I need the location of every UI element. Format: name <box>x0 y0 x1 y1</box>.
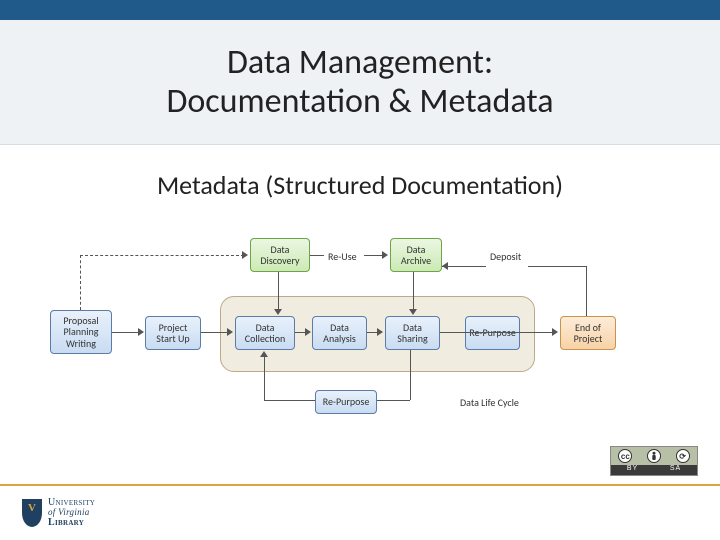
arrow-head-deposit <box>442 262 448 270</box>
cc-icon: cc <box>618 449 632 463</box>
uva-logo-text: University of Virginia Library <box>48 498 95 528</box>
arrow-deposit-horiz-left <box>442 266 486 267</box>
arrow-deposit-horiz-right <box>528 266 586 267</box>
box-end-of-project: End ofProject <box>560 316 616 350</box>
slide-subtitle: Metadata (Structured Documentation) <box>0 169 720 201</box>
cc-labels-row: BY SA <box>611 465 697 475</box>
label-cycle: Data Life Cycle <box>460 396 519 409</box>
cc-license-badge: cc ⟳ BY SA <box>610 446 698 476</box>
arrow-head-collection-analysis <box>305 328 311 336</box>
uva-line3: Library <box>48 518 95 529</box>
header-accent-bar <box>0 0 720 20</box>
slide: Data Management: Documentation & Metadat… <box>0 0 720 540</box>
arrow-feedback-vert <box>80 255 81 310</box>
cc-sa-label: SA <box>654 465 697 475</box>
arrow-reuse-left <box>310 255 324 256</box>
label-reuse: Re-Use <box>328 250 357 263</box>
box-data-discovery: DataDiscovery <box>250 238 310 272</box>
arrow-feedback-horiz <box>80 255 244 256</box>
box-collection: DataCollection <box>235 316 295 350</box>
cc-icons-row: cc ⟳ <box>611 447 697 465</box>
footer-divider <box>0 484 720 486</box>
arrow-discovery-collection <box>278 272 279 311</box>
lifecycle-diagram: DataDiscovery DataArchive ProposalPlanni… <box>50 238 670 448</box>
box-repurpose: Re-Purpose <box>315 390 377 414</box>
arrow-deposit-vert <box>586 266 587 316</box>
cc-by-label: BY <box>611 465 654 475</box>
label-deposit: Deposit <box>490 250 521 263</box>
arrow-head-startup-collection <box>227 328 233 336</box>
arrow-repurpose-h-right <box>377 400 410 401</box>
box-data-archive: DataArchive <box>390 238 442 272</box>
arrow-head-sharing-end <box>552 328 558 336</box>
arrow-head-feedback <box>242 251 248 259</box>
sa-icon: ⟳ <box>676 449 690 463</box>
box-sharing: DataSharing <box>385 316 440 350</box>
uva-library-logo: University of Virginia Library <box>22 498 95 528</box>
arrow-repurpose-h-left <box>264 400 315 401</box>
arrow-head-analysis-sharing <box>377 328 383 336</box>
arrow-startup-collection <box>201 332 229 333</box>
arrow-reuse-right <box>364 255 384 256</box>
arrow-repurpose-up <box>264 356 265 400</box>
arrow-head-proposal-startup <box>138 328 144 336</box>
arrow-head-reuse <box>382 251 388 259</box>
arrow-sharing-end <box>440 332 554 333</box>
arrow-archive-sharing <box>413 272 414 311</box>
uva-shield-icon <box>22 499 42 527</box>
box-repurpose-placeholder: Re-Purpose <box>465 316 520 350</box>
box-proposal: ProposalPlanningWriting <box>50 310 112 354</box>
box-startup: ProjectStart Up <box>145 316 201 350</box>
title-area: Data Management: Documentation & Metadat… <box>0 20 720 145</box>
arrow-proposal-startup <box>112 332 140 333</box>
box-analysis: DataAnalysis <box>312 316 367 350</box>
arrow-head-discovery-collection <box>274 309 282 315</box>
by-icon <box>647 449 661 463</box>
title-line-2: Documentation & Metadata <box>166 81 553 122</box>
slide-title: Data Management: Documentation & Metadat… <box>166 43 553 121</box>
title-line-1: Data Management: <box>227 42 493 83</box>
arrow-head-repurpose <box>260 351 268 357</box>
arrow-repurpose-down <box>410 350 411 400</box>
arrow-head-archive-sharing <box>409 309 417 315</box>
